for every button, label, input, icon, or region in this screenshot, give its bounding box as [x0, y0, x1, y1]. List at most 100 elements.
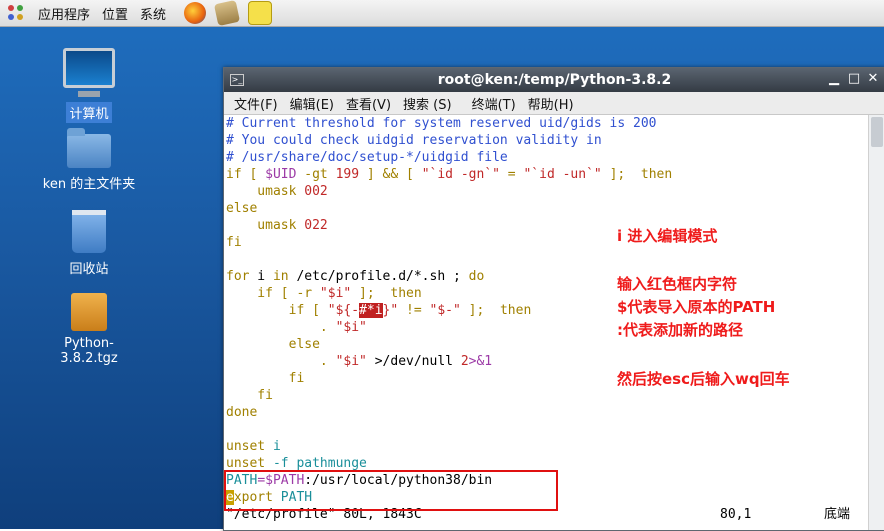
desktop-icon-label: Python-3.8.2.tgz — [60, 336, 118, 366]
maximize-button[interactable]: □ — [847, 72, 861, 86]
code-token: 022 — [304, 218, 328, 233]
top-panel: 应用程序 位置 系统 — [0, 0, 884, 27]
code-token: do — [468, 269, 485, 284]
home-folder-icon — [67, 128, 111, 168]
desktop-icon-label: 回收站 — [69, 262, 109, 277]
code-token: #*i — [359, 303, 383, 318]
minimize-button[interactable]: ▁ — [827, 72, 841, 86]
code-token: umask — [226, 218, 305, 233]
code-token: -f pathmunge — [265, 456, 367, 471]
mail-icon[interactable] — [214, 0, 241, 27]
annotation-text: i 进入编辑模式 — [617, 227, 718, 245]
annotation-text: $代表导入原本的PATH — [617, 298, 776, 316]
menu-edit[interactable]: 编辑(E) — [290, 94, 334, 113]
close-button[interactable]: ✕ — [866, 72, 880, 86]
window-titlebar[interactable]: >_ root@ken:/temp/Python-3.8.2 ▁ □ ✕ — [224, 68, 884, 92]
code-token: /etc/profile.d/*.sh ; — [288, 269, 469, 284]
code-line: umask 002 — [224, 183, 869, 200]
terminal-scrollbar[interactable] — [868, 115, 884, 530]
code-line: . "$i" — [224, 319, 869, 336]
code-token: = — [499, 167, 524, 182]
menu-view[interactable]: 查看(V) — [346, 94, 391, 113]
notes-icon[interactable] — [248, 1, 273, 25]
code-token: "`id -un`" — [523, 167, 602, 182]
code-token: unset — [226, 456, 266, 471]
code-line: fi — [226, 388, 273, 403]
highlight-box — [224, 470, 558, 511]
code-token: then — [640, 167, 673, 182]
gnome-foot-icon[interactable] — [6, 3, 26, 23]
desktop-icon-label: ken 的主文件夹 — [42, 177, 136, 192]
code-token: then — [390, 286, 422, 301]
code-line: for i in /etc/profile.d/*.sh ; do — [224, 268, 869, 285]
code-line: done — [226, 405, 258, 420]
window-title: root@ken:/temp/Python-3.8.2 — [437, 72, 672, 88]
menu-help[interactable]: 帮助(H) — [528, 94, 574, 113]
window-menubar: 文件(F) 编辑(E) 查看(V) 搜索 (S) 终端(T) 帮助(H) — [224, 92, 884, 115]
firefox-icon[interactable] — [184, 2, 207, 24]
code-token: >&1 — [468, 354, 493, 369]
code-token: if [ — [226, 167, 266, 182]
computer-icon — [63, 48, 115, 97]
status-position: 80,1 — [720, 507, 752, 522]
terminal-icon: >_ — [230, 74, 244, 86]
code-token: ] && [ — [359, 167, 422, 182]
code-token: "$i" — [335, 320, 367, 335]
code-token: . — [226, 354, 336, 369]
code-token: -gt — [296, 167, 336, 182]
code-token: ]; — [601, 167, 641, 182]
code-token: "$i" — [319, 286, 352, 301]
terminal-content[interactable]: # Current threshold for system reserved … — [224, 115, 869, 530]
code-token: for — [226, 269, 250, 284]
trash-icon — [72, 210, 106, 253]
code-token: unset — [226, 439, 266, 454]
code-line: umask 022 — [224, 217, 869, 234]
code-token: i — [249, 269, 273, 284]
annotation-text: :代表添加新的路径 — [617, 321, 743, 339]
status-scroll: 底端 — [824, 507, 851, 522]
menu-applications[interactable]: 应用程序 — [38, 4, 90, 23]
code-token: umask — [226, 184, 305, 199]
code-token: 199 — [335, 167, 360, 182]
code-token: if [ — [226, 303, 328, 318]
terminal-window: >_ root@ken:/temp/Python-3.8.2 ▁ □ ✕ 文件(… — [223, 67, 884, 531]
code-token: "$i" — [335, 354, 367, 369]
code-line: else — [226, 201, 258, 216]
code-line: # You could check uidgid reservation val… — [226, 133, 602, 148]
code-token: then — [499, 303, 532, 318]
code-line: else — [226, 337, 320, 352]
menu-file[interactable]: 文件(F) — [234, 94, 278, 113]
annotation-text: 然后按esc后输入wq回车 — [617, 370, 790, 388]
desktop-icon-trash[interactable]: 回收站 — [37, 210, 141, 278]
code-token: $UID — [265, 167, 297, 182]
code-token: }" — [382, 303, 399, 318]
code-token: if [ -r — [226, 286, 320, 301]
code-token: != — [398, 303, 430, 318]
menu-terminal[interactable]: 终端(T) — [472, 94, 516, 113]
desktop-icon-computer[interactable]: 计算机 — [37, 48, 141, 123]
code-token: in — [272, 269, 289, 284]
menu-places[interactable]: 位置 — [102, 4, 128, 23]
desktop-icon-home[interactable]: ken 的主文件夹 — [37, 128, 141, 193]
code-token: i — [265, 439, 281, 454]
desktop-icon-label: 计算机 — [66, 102, 112, 123]
code-token: 2 — [460, 354, 469, 369]
code-line: unset i — [224, 438, 869, 455]
code-line: # Current threshold for system reserved … — [226, 116, 657, 131]
annotation-text: 输入红色框内字符 — [617, 275, 738, 293]
code-token: >/dev/null — [366, 354, 461, 369]
code-token: ]; — [351, 286, 391, 301]
code-token: 002 — [304, 184, 328, 199]
menu-system[interactable]: 系统 — [140, 4, 166, 23]
code-line: if [ $UID -gt 199 ] && [ "`id -gn`" = "`… — [224, 166, 869, 183]
code-line: fi — [226, 235, 242, 250]
archive-icon — [71, 293, 107, 331]
menu-search[interactable]: 搜索 (S) — [403, 94, 452, 113]
scrollbar-thumb[interactable] — [871, 117, 883, 147]
desktop-icon-archive[interactable]: Python-3.8.2.tgz — [37, 293, 141, 367]
code-token: "`id -gn`" — [421, 167, 500, 182]
code-line: # /usr/share/doc/setup-*/uidgid file — [226, 150, 508, 165]
code-token: "$-" — [429, 303, 461, 318]
